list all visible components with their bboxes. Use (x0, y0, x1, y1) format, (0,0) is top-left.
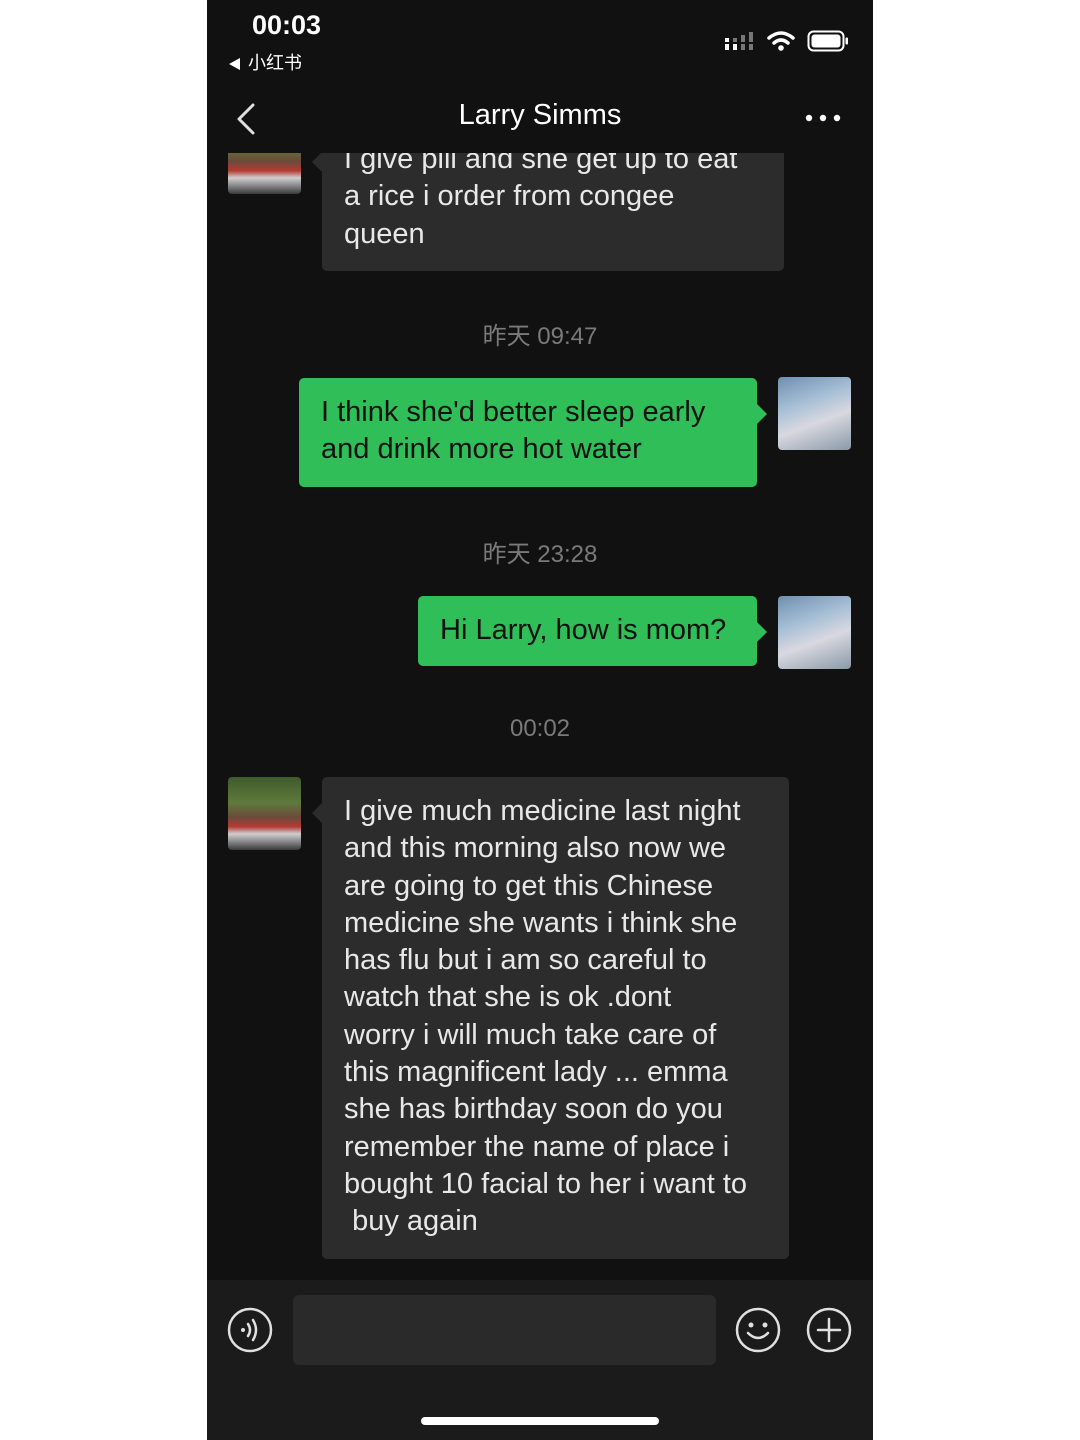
cellular-signal-icon (725, 32, 753, 50)
message-timestamp: 昨天 09:47 (482, 323, 598, 350)
status-back-to-app[interactable]: 小红书 (229, 49, 302, 75)
message-text-field[interactable] (293, 1295, 716, 1365)
status-back-label: 小红书 (248, 53, 302, 73)
contact-avatar[interactable] (228, 777, 301, 850)
emoji-icon[interactable] (735, 1307, 781, 1353)
more-options-icon[interactable] (803, 105, 843, 131)
message-timestamp: 00:02 (509, 715, 571, 742)
voice-icon[interactable] (227, 1307, 273, 1353)
back-triangle-icon (229, 58, 240, 71)
status-time: 00:03 (252, 10, 322, 40)
my-avatar[interactable] (778, 596, 851, 669)
message-timestamp: 昨天 23:28 (482, 541, 598, 568)
chat-title: Larry Simms (458, 99, 622, 131)
outgoing-message-bubble[interactable]: I think she'd better sleep early and dri… (299, 378, 767, 487)
outgoing-message-bubble[interactable]: Hi Larry, how is mom? (418, 596, 767, 667)
my-avatar[interactable] (778, 377, 851, 450)
wifi-icon (767, 31, 795, 51)
chat-message-list[interactable]: I give pill and she get up to eat a rice… (207, 153, 873, 1280)
phone-screen: 00:03 小红书 I give pill and she get up to … (207, 0, 873, 1440)
message-input-bar (207, 1280, 873, 1440)
status-icons (725, 28, 849, 54)
contact-avatar[interactable] (228, 153, 301, 194)
plus-icon[interactable] (806, 1307, 852, 1353)
incoming-message-bubble[interactable]: I give pill and she get up to eat a rice… (312, 153, 784, 271)
incoming-message-bubble[interactable]: I give much medicine last night and this… (312, 777, 789, 1259)
home-indicator[interactable] (421, 1417, 659, 1425)
battery-icon (807, 30, 848, 52)
chat-header: Larry Simms (207, 85, 873, 153)
